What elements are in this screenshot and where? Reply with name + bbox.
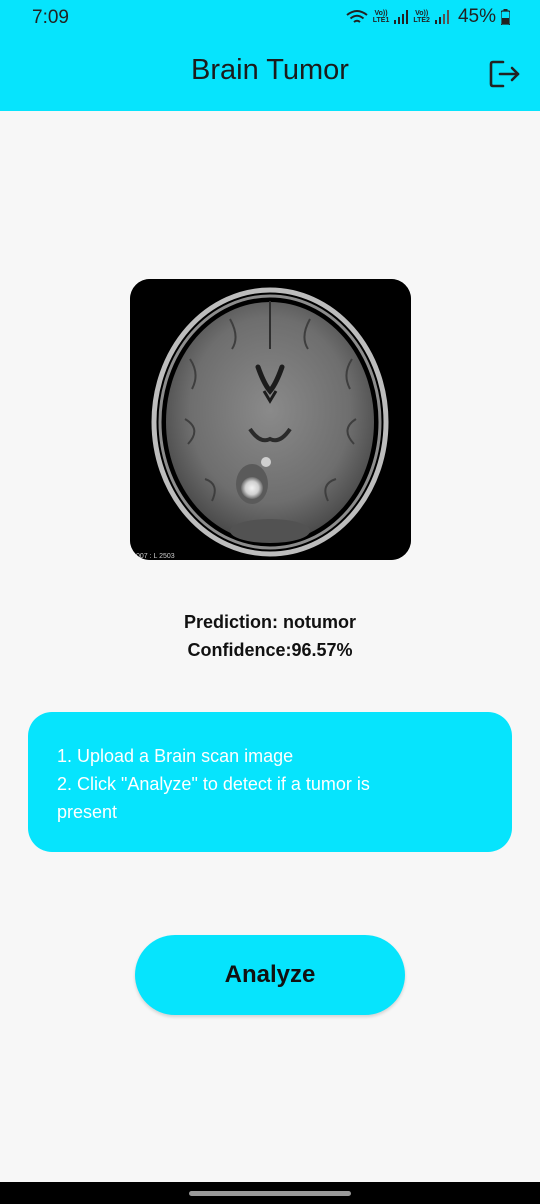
status-time: 7:09 (32, 7, 69, 28)
wifi-icon (346, 10, 368, 23)
page-title: Brain Tumor (191, 54, 349, 86)
status-icons: Vo)) LTE1 Vo)) LTE2 45% (346, 6, 510, 28)
analyze-button[interactable]: Analyze (135, 935, 405, 1015)
instructions-card: 1. Upload a Brain scan image 2. Click "A… (28, 712, 512, 852)
status-bar: 7:09 Vo)) LTE1 Vo)) LTE2 45% (0, 0, 540, 38)
logout-icon (489, 60, 520, 88)
signal-icon (394, 10, 409, 24)
instruction-line: 2. Click "Analyze" to detect if a tumor … (57, 774, 370, 794)
instruction-line: present (57, 802, 118, 822)
mri-image: 007 : L 2503 (130, 279, 411, 560)
brain-scan-image: 007 : L 2503 (130, 279, 411, 560)
navigation-bar (0, 1182, 540, 1204)
sim1-label: Vo)) LTE1 (372, 10, 390, 24)
logout-button[interactable] (488, 57, 522, 91)
battery-icon (501, 9, 510, 25)
instruction-line: 1. Upload a Brain scan image (57, 746, 294, 766)
sim2-label: Vo)) LTE2 (413, 10, 430, 24)
battery-percent: 45% (457, 6, 496, 27)
signal-icon (434, 10, 449, 24)
scan-label: 007 : L 2503 (136, 553, 175, 560)
home-gesture-handle[interactable] (189, 1191, 351, 1196)
prediction-text: Prediction: notumor (184, 612, 356, 632)
confidence-text: Confidence:96.57% (187, 640, 353, 660)
app-bar: Brain Tumor (0, 38, 540, 111)
